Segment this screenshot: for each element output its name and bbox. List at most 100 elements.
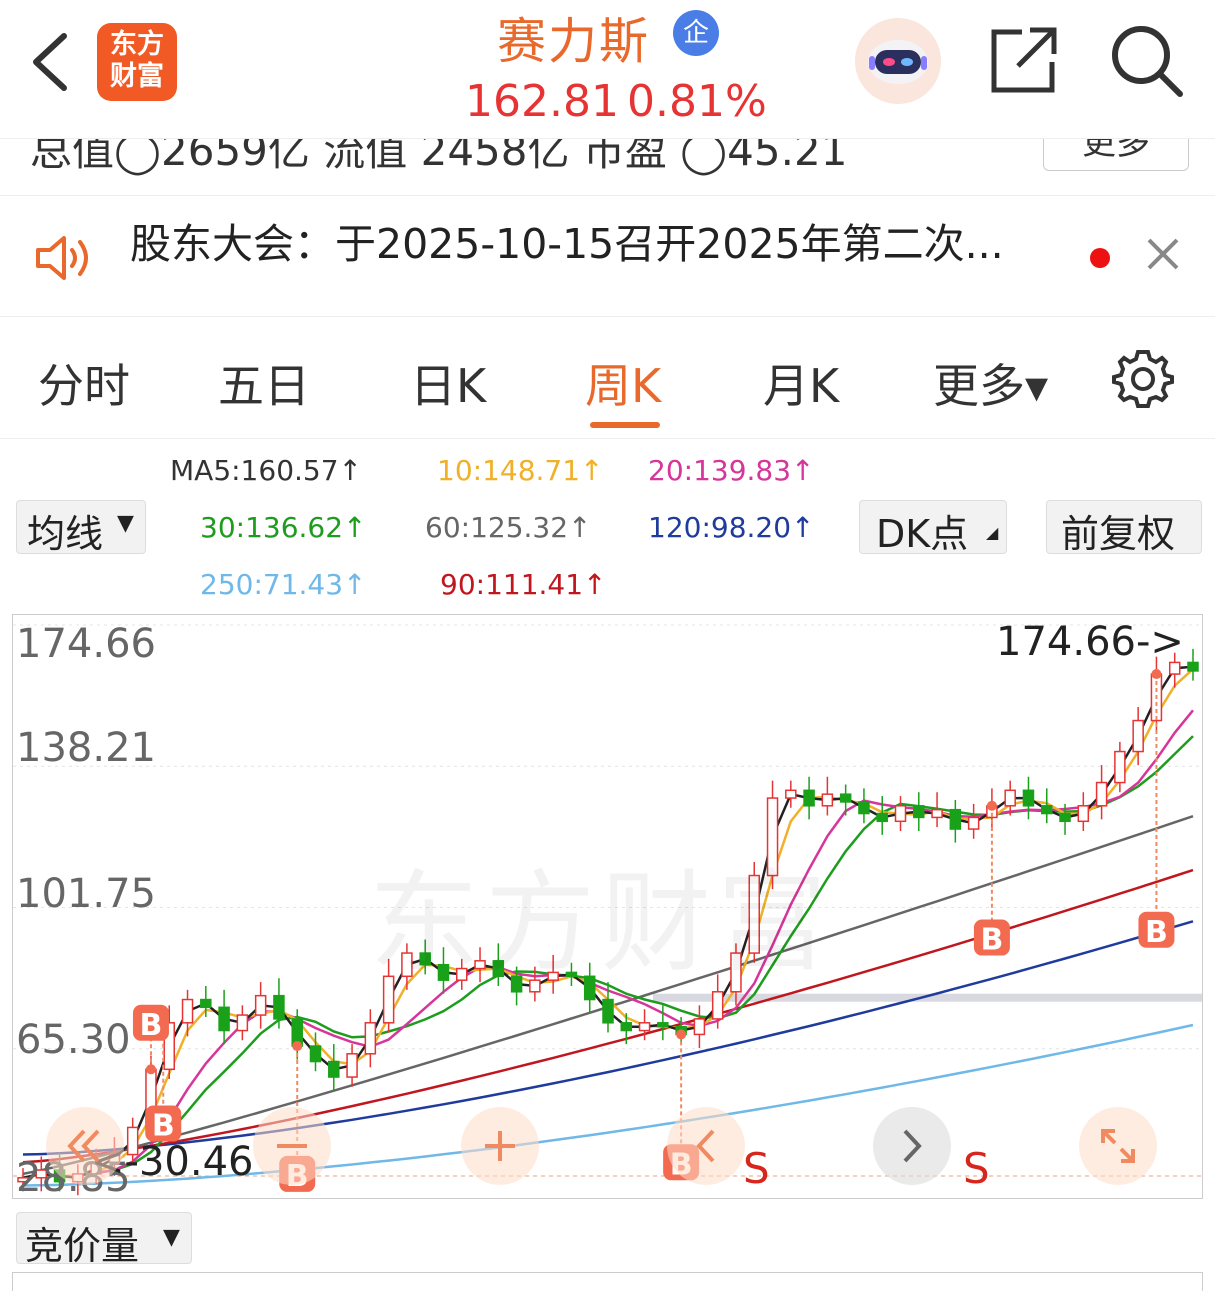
signal-label: B (1145, 915, 1168, 950)
signal-dot (986, 800, 997, 811)
signal-dot (676, 1029, 687, 1040)
stock-name: 赛力斯 (497, 13, 651, 70)
corner-triangle-icon: ◢ (986, 523, 999, 542)
ma30-value: 30:136.62↑ (200, 511, 367, 544)
top-bar: 东方 财富 赛力斯 企 162.81 0.81% (0, 0, 1215, 138)
volume-selector-label: 竞价量 (25, 1224, 140, 1268)
chevron-left-icon (696, 1129, 715, 1163)
share-icon[interactable] (988, 24, 1060, 96)
ma-selector-label: 均线 (27, 512, 104, 556)
sell-signal-label: S (963, 1144, 990, 1193)
watermark: 东方财富 (369, 859, 833, 987)
minus-icon (277, 1144, 307, 1148)
candle-body (602, 998, 614, 1024)
candle-body (821, 793, 834, 807)
candle-body (785, 789, 797, 799)
candle-body (931, 808, 943, 819)
candle-body (876, 812, 888, 823)
dk-point-button[interactable]: DK点 ◢ (859, 500, 1007, 556)
scroll-left-button[interactable] (667, 1107, 745, 1185)
candle-body (858, 801, 870, 815)
assistant-robot-icon[interactable] (855, 18, 941, 104)
candle-body (181, 998, 194, 1024)
fullscreen-button[interactable] (1079, 1107, 1157, 1185)
scroll-right-button[interactable] (873, 1107, 951, 1185)
enterprise-badge: 企 (673, 10, 719, 56)
gear-icon[interactable] (1112, 348, 1174, 410)
chevron-down-icon: ▼ (163, 1225, 180, 1250)
max-price-marker: 174.66-> (996, 619, 1184, 665)
volume-selector[interactable]: 竞价量 ▼ (16, 1212, 192, 1268)
sell-signal-label: S (743, 1144, 770, 1193)
y-label-2: 138.21 (16, 725, 156, 771)
app-logo[interactable]: 东方 财富 (97, 23, 177, 101)
ma90-value: 90:111.41↑ (440, 568, 607, 601)
tab-daily-k[interactable]: 日K (410, 350, 486, 416)
tab-intraday[interactable]: 分时 (38, 350, 130, 416)
candle-body (236, 1014, 249, 1032)
candle-body (1077, 805, 1090, 823)
expand-icon (1101, 1129, 1135, 1163)
candle-body (218, 1006, 230, 1032)
search-icon[interactable] (1108, 22, 1186, 100)
plus-icon (485, 1131, 515, 1161)
dk-point-label: DK点 (876, 512, 969, 556)
ma120-value: 120:98.20↑ (648, 511, 815, 544)
candle-body (1187, 661, 1199, 672)
candle-body (1114, 750, 1126, 784)
unread-dot (1090, 248, 1110, 268)
candle-body (346, 1053, 358, 1078)
candle-body (839, 793, 852, 803)
back-icon[interactable] (28, 30, 72, 94)
tab-five-day[interactable]: 五日 (218, 350, 310, 416)
candle-body (1041, 805, 1053, 815)
chevron-right-icon (903, 1129, 922, 1163)
y-label-4: 65.30 (16, 1017, 131, 1063)
candle-body (894, 805, 907, 823)
candle-body (273, 994, 285, 1020)
candle-body (1059, 812, 1071, 823)
summary-strip: 总值◯2659亿 流值 2458亿 市盈 ◯45.21 更多 (0, 138, 1215, 196)
chevron-down-icon: ▼ (117, 511, 134, 536)
ma20-value: 20:139.83↑ (648, 454, 815, 487)
signal-dot (292, 1041, 303, 1052)
tab-more[interactable]: 更多▾ (933, 350, 1048, 416)
scroll-left-fast-button[interactable] (46, 1107, 124, 1185)
notice-bar[interactable]: 股东大会：于2025-10-15召开2025年第二次... (0, 196, 1215, 317)
tab-weekly-k[interactable]: 周K (585, 350, 661, 416)
candle-body (328, 1060, 340, 1078)
more-button[interactable]: 更多 (1043, 139, 1189, 171)
ma5-value: MA5:160.57↑ (170, 454, 362, 487)
candle-body (620, 1022, 633, 1032)
candle-body (693, 1018, 706, 1036)
price-adjust-label: 前复权 (1061, 512, 1176, 556)
logo-line-2: 财富 (110, 61, 164, 92)
candle-body (913, 805, 925, 819)
candle-body (1022, 789, 1035, 807)
candle-body (638, 1022, 651, 1032)
logo-line-1: 东方 (110, 29, 164, 60)
candle-body (1095, 781, 1108, 807)
ma10-value: 10:148.71↑ (437, 454, 604, 487)
kline-chart[interactable]: BBBBBBSS 174.66 138.21 101.75 65.30 28.8… (12, 614, 1203, 1199)
candle-body (364, 1022, 377, 1055)
zoom-out-button[interactable] (253, 1107, 331, 1185)
tab-monthly-k[interactable]: 月K (763, 350, 839, 416)
change-percent: 0.81% (627, 76, 767, 127)
candle-body (1004, 789, 1016, 807)
zoom-in-button[interactable] (461, 1107, 539, 1185)
active-tab-indicator (590, 422, 660, 428)
ma-selector[interactable]: 均线 ▼ (16, 500, 146, 556)
candle-body (711, 991, 724, 1020)
candle-body (967, 816, 980, 830)
candle-body (657, 1022, 669, 1028)
summary-text: 总值◯2659亿 流值 2458亿 市盈 ◯45.21 (30, 138, 848, 175)
period-tabs: 分时 五日 日K 周K 月K 更多▾ (0, 318, 1215, 439)
speaker-icon (36, 236, 88, 280)
notice-text: 股东大会：于2025-10-15召开2025年第二次... (130, 220, 1004, 268)
candle-body (200, 998, 212, 1009)
price-adjust-button[interactable]: 前复权 (1046, 500, 1202, 556)
close-icon[interactable] (1143, 234, 1183, 274)
y-label-3: 101.75 (16, 871, 156, 917)
candle-body (309, 1045, 322, 1063)
